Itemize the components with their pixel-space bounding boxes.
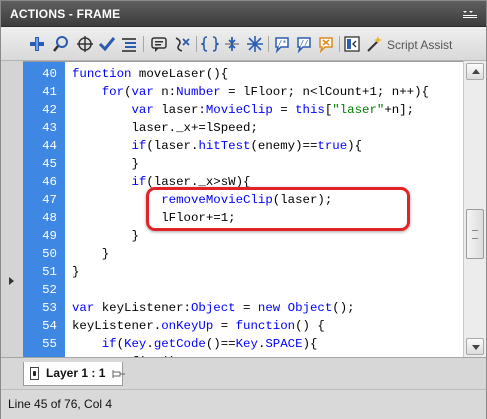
show-hide-toolbox-icon[interactable] bbox=[343, 35, 361, 53]
auto-format-icon[interactable] bbox=[120, 35, 138, 53]
code-text[interactable]: if(laser.hitTest(enemy)==true){ bbox=[72, 137, 363, 155]
code-line[interactable]: 51} bbox=[23, 263, 463, 281]
line-number: 47 bbox=[42, 193, 57, 207]
line-number: 43 bbox=[42, 121, 57, 135]
show-code-hint-icon[interactable] bbox=[150, 35, 168, 53]
svg-text://: // bbox=[300, 39, 308, 47]
tab-label: Layer 1 : 1 bbox=[46, 366, 106, 380]
script-assist-wand-icon[interactable] bbox=[365, 35, 383, 53]
line-number: 54 bbox=[42, 319, 57, 333]
script-assist-label[interactable]: Script Assist bbox=[387, 38, 452, 52]
code-text[interactable]: keyListener.onKeyUp = function() { bbox=[72, 317, 325, 335]
debug-options-icon[interactable] bbox=[173, 35, 191, 53]
scroll-down-button[interactable] bbox=[466, 338, 484, 355]
apply-block-comment-icon[interactable]: /* bbox=[273, 35, 291, 53]
code-line[interactable]: 50 } bbox=[23, 245, 463, 263]
expand-arrow-icon[interactable] bbox=[9, 277, 14, 285]
toolbox-collapse-strip[interactable] bbox=[1, 61, 23, 357]
line-number: 46 bbox=[42, 175, 57, 189]
insert-target-path-icon[interactable] bbox=[76, 35, 94, 53]
annotation-highlight-box bbox=[146, 187, 410, 231]
remove-comment-icon[interactable] bbox=[317, 35, 335, 53]
line-number: 52 bbox=[42, 283, 57, 297]
panel-title: ACTIONS - FRAME bbox=[10, 7, 121, 21]
line-number: 41 bbox=[42, 85, 57, 99]
line-number: 45 bbox=[42, 157, 57, 171]
line-number: 49 bbox=[42, 229, 57, 243]
pin-script-icon[interactable] bbox=[112, 369, 126, 379]
code-text[interactable]: } bbox=[72, 155, 138, 173]
actionscript-layer-icon bbox=[30, 367, 39, 380]
code-text[interactable]: var keyListener:Object = new Object(); bbox=[72, 299, 355, 317]
status-bar: Line 45 of 76, Col 4 bbox=[1, 389, 486, 419]
cursor-position-status: Line 45 of 76, Col 4 bbox=[8, 397, 113, 411]
code-line[interactable]: 52 bbox=[23, 281, 463, 299]
code-line[interactable]: 43 laser._x+=lSpeed; bbox=[23, 119, 463, 137]
code-line[interactable]: 54 keyListener.onKeyUp = function() { bbox=[23, 317, 463, 335]
code-text[interactable]: for(var n:Number = lFloor; n<lCount+1; n… bbox=[72, 83, 429, 101]
code-line[interactable]: 55 if(Key.getCode()==Key.SPACE){ bbox=[23, 335, 463, 353]
code-line[interactable]: 40 function moveLaser(){ bbox=[23, 65, 463, 83]
svg-text:/*: /* bbox=[278, 39, 286, 47]
code-line[interactable]: 44 if(laser.hitTest(enemy)==true){ bbox=[23, 137, 463, 155]
line-number: 50 bbox=[42, 247, 57, 261]
tab-layer-1[interactable]: Layer 1 : 1 bbox=[23, 362, 123, 386]
code-text[interactable]: var laser:MovieClip = this["laser"+n]; bbox=[72, 101, 415, 119]
code-text[interactable]: if(Key.getCode()==Key.SPACE){ bbox=[72, 335, 318, 353]
apply-line-comment-icon[interactable]: // bbox=[295, 35, 313, 53]
check-syntax-icon[interactable] bbox=[98, 35, 116, 53]
code-line[interactable]: 42 var laser:MovieClip = this["laser"+n]… bbox=[23, 101, 463, 119]
code-line[interactable]: 41 for(var n:Number = lFloor; n<lCount+1… bbox=[23, 83, 463, 101]
code-text[interactable]: function moveLaser(){ bbox=[72, 65, 228, 83]
line-number: 42 bbox=[42, 103, 57, 117]
line-number: 51 bbox=[42, 265, 57, 279]
code-line[interactable]: 45 } bbox=[23, 155, 463, 173]
scroll-up-button[interactable] bbox=[466, 63, 484, 80]
expand-all-icon[interactable] bbox=[246, 35, 264, 53]
script-tab-bar: Layer 1 : 1 bbox=[1, 357, 486, 389]
code-text[interactable]: } bbox=[72, 245, 109, 263]
line-number: 53 bbox=[42, 301, 57, 315]
script-editor[interactable]: 40 function moveLaser(){41 for(var n:Numb… bbox=[23, 61, 463, 357]
code-text[interactable]: laser._x+=lSpeed; bbox=[72, 119, 257, 137]
line-number: 48 bbox=[42, 211, 57, 225]
code-text[interactable]: } bbox=[72, 227, 138, 245]
scroll-thumb[interactable] bbox=[466, 209, 484, 259]
line-number: 40 bbox=[42, 67, 57, 81]
actions-toolbar: /* // Script Assist bbox=[1, 27, 486, 61]
code-text[interactable]: } bbox=[72, 263, 79, 281]
code-line[interactable]: 53 var keyListener:Object = new Object(); bbox=[23, 299, 463, 317]
line-number: 55 bbox=[42, 337, 57, 351]
actions-panel: ACTIONS - FRAME /* // Script Assist 40 f… bbox=[0, 0, 487, 419]
collapse-selection-icon[interactable] bbox=[223, 35, 241, 53]
panel-menu-icon[interactable] bbox=[462, 9, 478, 19]
vertical-scrollbar[interactable] bbox=[463, 61, 486, 357]
find-icon[interactable] bbox=[52, 35, 70, 53]
add-statement-icon[interactable] bbox=[28, 35, 46, 53]
collapse-between-braces-icon[interactable] bbox=[201, 35, 219, 53]
line-number: 44 bbox=[42, 139, 57, 153]
panel-title-bar[interactable]: ACTIONS - FRAME bbox=[1, 1, 486, 27]
